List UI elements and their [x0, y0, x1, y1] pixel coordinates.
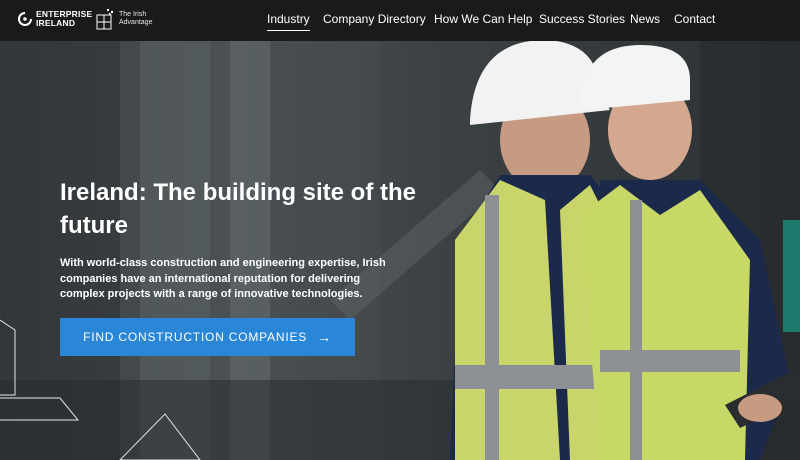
nav-item-industry[interactable]: Industry — [267, 12, 310, 31]
enterprise-ireland-logo[interactable]: ENTERPRISE IRELAND — [18, 10, 92, 28]
find-construction-companies-button[interactable]: FIND CONSTRUCTION COMPANIES → — [60, 318, 355, 356]
nav-item-news[interactable]: News — [630, 12, 660, 26]
sub-brand-line-2: Advantage — [119, 19, 153, 26]
arrow-right-icon: → — [317, 329, 332, 345]
nav-item-how-we-can-help[interactable]: How We Can Help — [434, 12, 532, 26]
irish-advantage-mark-icon — [96, 9, 113, 30]
sub-brand-line-1: The Irish — [119, 11, 147, 18]
nav-item-company-directory[interactable]: Company Directory — [323, 12, 426, 26]
top-navigation-bar: ENTERPRISE IRELAND The Irish Advantage I… — [0, 0, 800, 41]
hero-section: Ireland: The building site of the future… — [0, 0, 800, 460]
irish-advantage-logo[interactable]: The Irish Advantage — [96, 8, 152, 30]
cta-label: FIND CONSTRUCTION COMPANIES — [83, 330, 308, 344]
hero-subtext: With world-class construction and engine… — [60, 257, 386, 300]
side-accent-tab[interactable] — [783, 220, 800, 332]
enterprise-ireland-mark-icon — [18, 12, 32, 26]
brand-line-2: IRELAND — [36, 18, 76, 28]
hero-headline: Ireland: The building site of the future — [60, 179, 417, 239]
nav-item-success-stories[interactable]: Success Stories — [539, 12, 625, 26]
nav-item-contact[interactable]: Contact — [674, 12, 715, 26]
